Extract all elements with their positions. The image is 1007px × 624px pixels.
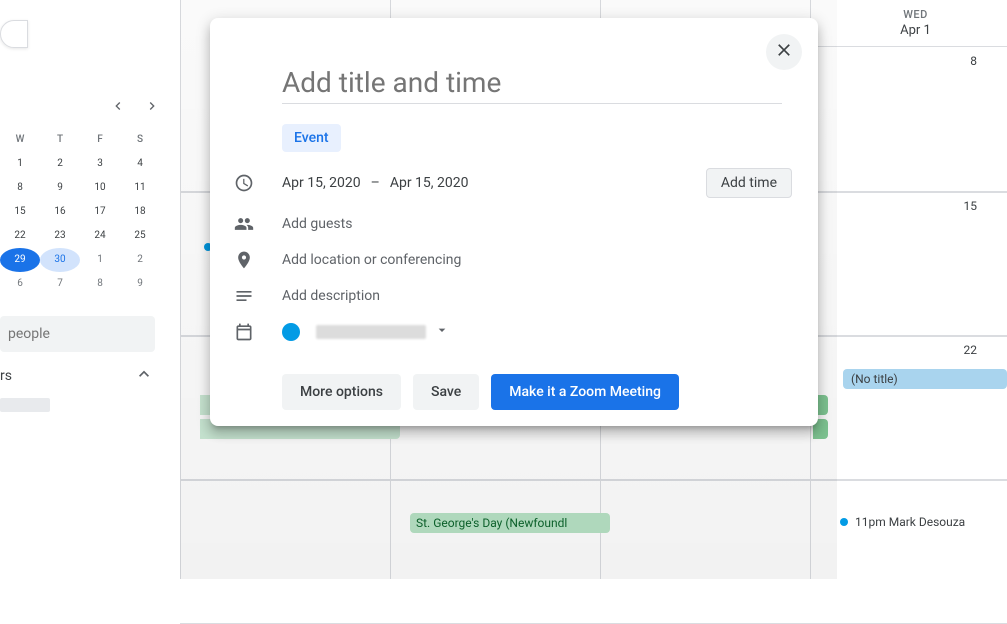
search-people-input[interactable] [0, 316, 155, 352]
mini-cal-day[interactable]: 24 [80, 224, 120, 248]
mini-cal-day[interactable]: 4 [120, 152, 160, 176]
mini-cal-day[interactable]: 23 [40, 224, 80, 248]
mini-cal-day[interactable]: 17 [80, 200, 120, 224]
add-guests-row[interactable]: Add guests [226, 214, 802, 234]
location-icon [234, 250, 282, 270]
add-time-button[interactable]: Add time [706, 168, 792, 198]
date-cell[interactable]: 8 [970, 54, 977, 68]
mini-cal-day[interactable]: 15 [0, 200, 40, 224]
close-icon [774, 40, 794, 64]
close-button[interactable] [766, 34, 802, 70]
mini-cal-day[interactable]: 11 [120, 176, 160, 200]
mini-cal-day[interactable]: 2 [40, 152, 80, 176]
mini-cal-day[interactable]: 8 [80, 272, 120, 296]
people-icon [234, 214, 282, 234]
mini-cal-day[interactable]: 6 [0, 272, 40, 296]
calendar-event-no-title[interactable]: (No title) [843, 369, 1007, 389]
mini-cal-next[interactable] [144, 98, 160, 118]
save-button[interactable]: Save [413, 374, 479, 410]
date-separator: – [371, 175, 380, 191]
mini-cal-day[interactable]: 1 [0, 152, 40, 176]
day-header[interactable]: WED Apr 1 [811, 0, 1007, 47]
mini-cal-day[interactable]: 30 [40, 248, 80, 272]
add-location-row[interactable]: Add location or conferencing [226, 250, 802, 270]
calendar-list-item[interactable] [0, 398, 50, 412]
calendar-color-dot [282, 323, 300, 341]
quick-create-dialog: Event Apr 15, 2020 – Apr 15, 2020 Add ti… [210, 18, 818, 426]
end-date[interactable]: Apr 15, 2020 [390, 175, 469, 191]
chevron-down-icon [426, 322, 450, 342]
description-icon [234, 286, 282, 306]
more-options-button[interactable]: More options [282, 374, 401, 410]
tab-event[interactable]: Event [282, 124, 341, 152]
calendar-name [316, 325, 426, 339]
my-calendars-label: rs [0, 368, 12, 384]
sidebar: WTFS 12348910111516171822232425293012678… [0, 0, 170, 579]
chevron-up-icon[interactable] [134, 364, 154, 388]
mini-cal-day[interactable]: 10 [80, 176, 120, 200]
event-title-input[interactable] [282, 62, 782, 104]
mini-cal-day[interactable]: 18 [120, 200, 160, 224]
mini-cal-day[interactable]: 2 [120, 248, 160, 272]
mini-cal-prev[interactable] [110, 98, 126, 118]
mini-cal-day[interactable]: 9 [120, 272, 160, 296]
create-button[interactable] [0, 20, 28, 48]
mini-cal-day[interactable]: 1 [80, 248, 120, 272]
date-cell[interactable]: 15 [964, 199, 978, 213]
mini-cal-day[interactable]: 29 [0, 248, 40, 272]
mini-cal-day[interactable]: 3 [80, 152, 120, 176]
add-description-row[interactable]: Add description [226, 286, 802, 306]
calendar-event[interactable] [812, 343, 1007, 363]
mini-calendar[interactable]: WTFS 12348910111516171822232425293012678… [0, 128, 160, 296]
mini-cal-day[interactable]: 16 [40, 200, 80, 224]
mini-cal-day[interactable]: 25 [120, 224, 160, 248]
make-zoom-meeting-button[interactable]: Make it a Zoom Meeting [491, 374, 679, 410]
mini-cal-day[interactable]: 7 [40, 272, 80, 296]
mini-cal-day[interactable]: 9 [40, 176, 80, 200]
date-cell[interactable]: 22 [964, 343, 978, 357]
calendar-event-mark[interactable]: 11pm Mark Desouza [840, 515, 965, 529]
event-dot-icon [840, 518, 848, 526]
clock-icon [234, 173, 282, 193]
calendar-selector-row[interactable] [226, 322, 802, 342]
mini-cal-day[interactable]: 22 [0, 224, 40, 248]
start-date[interactable]: Apr 15, 2020 [282, 175, 361, 191]
mini-cal-day[interactable]: 8 [0, 176, 40, 200]
calendar-icon [234, 322, 282, 342]
calendar-event-st-george[interactable]: St. George's Day (Newfoundl [410, 513, 610, 533]
